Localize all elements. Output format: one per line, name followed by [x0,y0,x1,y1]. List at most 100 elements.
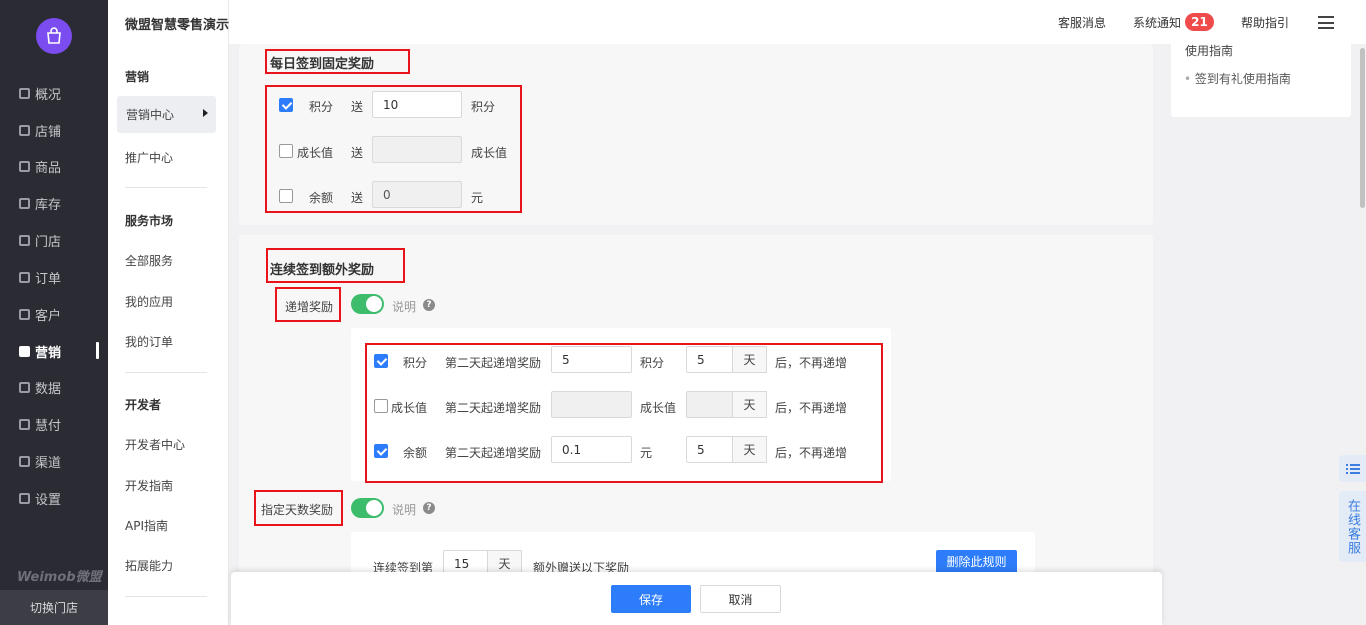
sidebar-item-overview[interactable]: 概况 [0,75,108,112]
subnav-divider [125,372,207,373]
incremental-from-text: 第二天起递增奖励 [445,356,542,370]
subnav-item-my-orders[interactable]: 我的订单 [125,333,173,350]
specified-explain-label: 说明 [392,503,417,517]
inventory-icon [19,198,30,209]
incremental-balance-days-input[interactable]: 5 [686,436,733,463]
guide-link[interactable]: • 签到有礼使用指南 [1184,70,1291,87]
daily-points-input[interactable]: 10 [372,91,462,118]
daily-balance-input[interactable]: 0 [372,181,462,208]
caret-right-icon [203,109,208,117]
incremental-points-unit: 积分 [640,356,665,370]
subnav-item-marketing-center[interactable]: 营销中心 [117,96,216,133]
overview-icon [19,88,30,99]
daily-growth-unit: 成长值 [471,146,508,160]
days-unit-addon: 天 [732,346,767,373]
daily-points-checkbox[interactable] [279,98,293,112]
daily-growth-input[interactable] [372,136,462,163]
incremental-points-label: 积分 [403,356,428,370]
daily-growth-checkbox[interactable] [279,144,293,158]
action-footer [231,572,1162,625]
settings-icon [19,493,30,504]
subnav-item-developer-guide[interactable]: 开发指南 [125,477,173,494]
daily-points-label: 积分 [309,100,334,114]
incremental-growth-label: 成长值 [391,401,428,415]
order-icon [19,272,30,283]
subnav-group-developer: 开发者 [125,398,162,412]
sidebar-item-pay[interactable]: 慧付 [0,406,108,443]
continuous-reward-title: 连续签到额外奖励 [270,263,375,278]
switch-store-button[interactable]: 切换门店 [0,590,108,625]
delete-rule-button[interactable]: 删除此规则 [936,550,1017,572]
incremental-balance-unit: 元 [640,446,653,460]
subnav-divider [125,596,207,597]
sidebar-item-shop[interactable]: 店铺 [0,112,108,149]
subnav-item-developer-center[interactable]: 开发者中心 [125,436,185,453]
incremental-from-text: 第二天起递增奖励 [445,401,542,415]
daily-points-unit: 积分 [471,100,496,114]
sidebar-item-goods[interactable]: 商品 [0,148,108,185]
help-link[interactable]: 帮助指引 [1241,14,1289,31]
pay-icon [19,419,30,430]
sidebar-item-store[interactable]: 门店 [0,222,108,259]
specified-days-label: 指定天数奖励 [261,503,334,517]
active-indicator [96,342,99,359]
help-icon[interactable]: ? [423,502,435,514]
incremental-points-checkbox[interactable] [374,354,388,368]
incremental-balance-checkbox[interactable] [374,444,388,458]
incremental-explain-label: 说明 [392,300,417,314]
cancel-button[interactable]: 取消 [700,585,781,613]
app-logo-icon[interactable] [36,18,72,54]
incremental-growth-input[interactable] [551,391,632,418]
subnav-group-marketing: 营销 [125,70,150,84]
subnav-item-promotion-center[interactable]: 推广中心 [125,149,173,166]
specified-days-toggle[interactable] [351,498,384,518]
incremental-suffix: 后，不再递增 [775,446,848,460]
subnav-divider [125,187,207,188]
sidebar-item-customer[interactable]: 客户 [0,296,108,333]
days-unit-addon: 天 [732,391,767,418]
menu-icon[interactable] [1318,16,1334,29]
data-icon [19,382,30,393]
sidebar-item-marketing[interactable]: 营销 [0,333,108,370]
days-unit-addon: 天 [732,436,767,463]
sidebar-item-order[interactable]: 订单 [0,259,108,296]
incremental-points-days-input[interactable]: 5 [686,346,733,373]
service-message-link[interactable]: 客服消息 [1058,14,1106,31]
list-icon[interactable] [1339,455,1366,482]
subnav-item-all-services[interactable]: 全部服务 [125,252,173,269]
save-button[interactable]: 保存 [611,585,691,613]
incremental-balance-label: 余额 [403,446,428,460]
subnav-item-my-apps[interactable]: 我的应用 [125,293,173,310]
sidebar-item-data[interactable]: 数据 [0,369,108,406]
scrollbar-thumb[interactable] [1360,48,1365,208]
subnav-item-api-guide[interactable]: API指南 [125,517,168,534]
system-notice-link[interactable]: 系统通知 [1133,14,1181,31]
incremental-suffix: 后，不再递增 [775,356,848,370]
daily-balance-unit: 元 [471,191,484,205]
marketing-icon [19,346,30,357]
sidebar-item-inventory[interactable]: 库存 [0,185,108,222]
sidebar-item-channel[interactable]: 渠道 [0,443,108,480]
channel-icon [19,456,30,467]
subnav-item-extensions[interactable]: 拓展能力 [125,557,173,574]
sidebar-item-settings[interactable]: 设置 [0,480,108,517]
shop-icon [19,125,30,136]
send-label: 送 [351,146,364,160]
daily-balance-checkbox[interactable] [279,189,293,203]
guide-heading: 使用指南 [1185,44,1234,58]
incremental-balance-input[interactable]: 0.1 [551,436,632,463]
help-icon[interactable]: ? [423,299,435,311]
incremental-from-text: 第二天起递增奖励 [445,446,542,460]
incremental-growth-days-input[interactable] [686,391,733,418]
brand-logo: Weimob微盟 [17,570,102,585]
incremental-growth-checkbox[interactable] [374,399,388,413]
daily-balance-label: 余额 [309,191,334,205]
incremental-suffix: 后，不再递增 [775,401,848,415]
incremental-growth-unit: 成长值 [640,401,677,415]
daily-growth-label: 成长值 [297,146,334,160]
incremental-points-input[interactable]: 5 [551,346,632,373]
send-label: 送 [351,191,364,205]
online-service-button[interactable]: 在线客服 [1339,491,1366,562]
incremental-reward-toggle[interactable] [351,294,384,314]
daily-reward-title: 每日签到固定奖励 [270,57,375,72]
